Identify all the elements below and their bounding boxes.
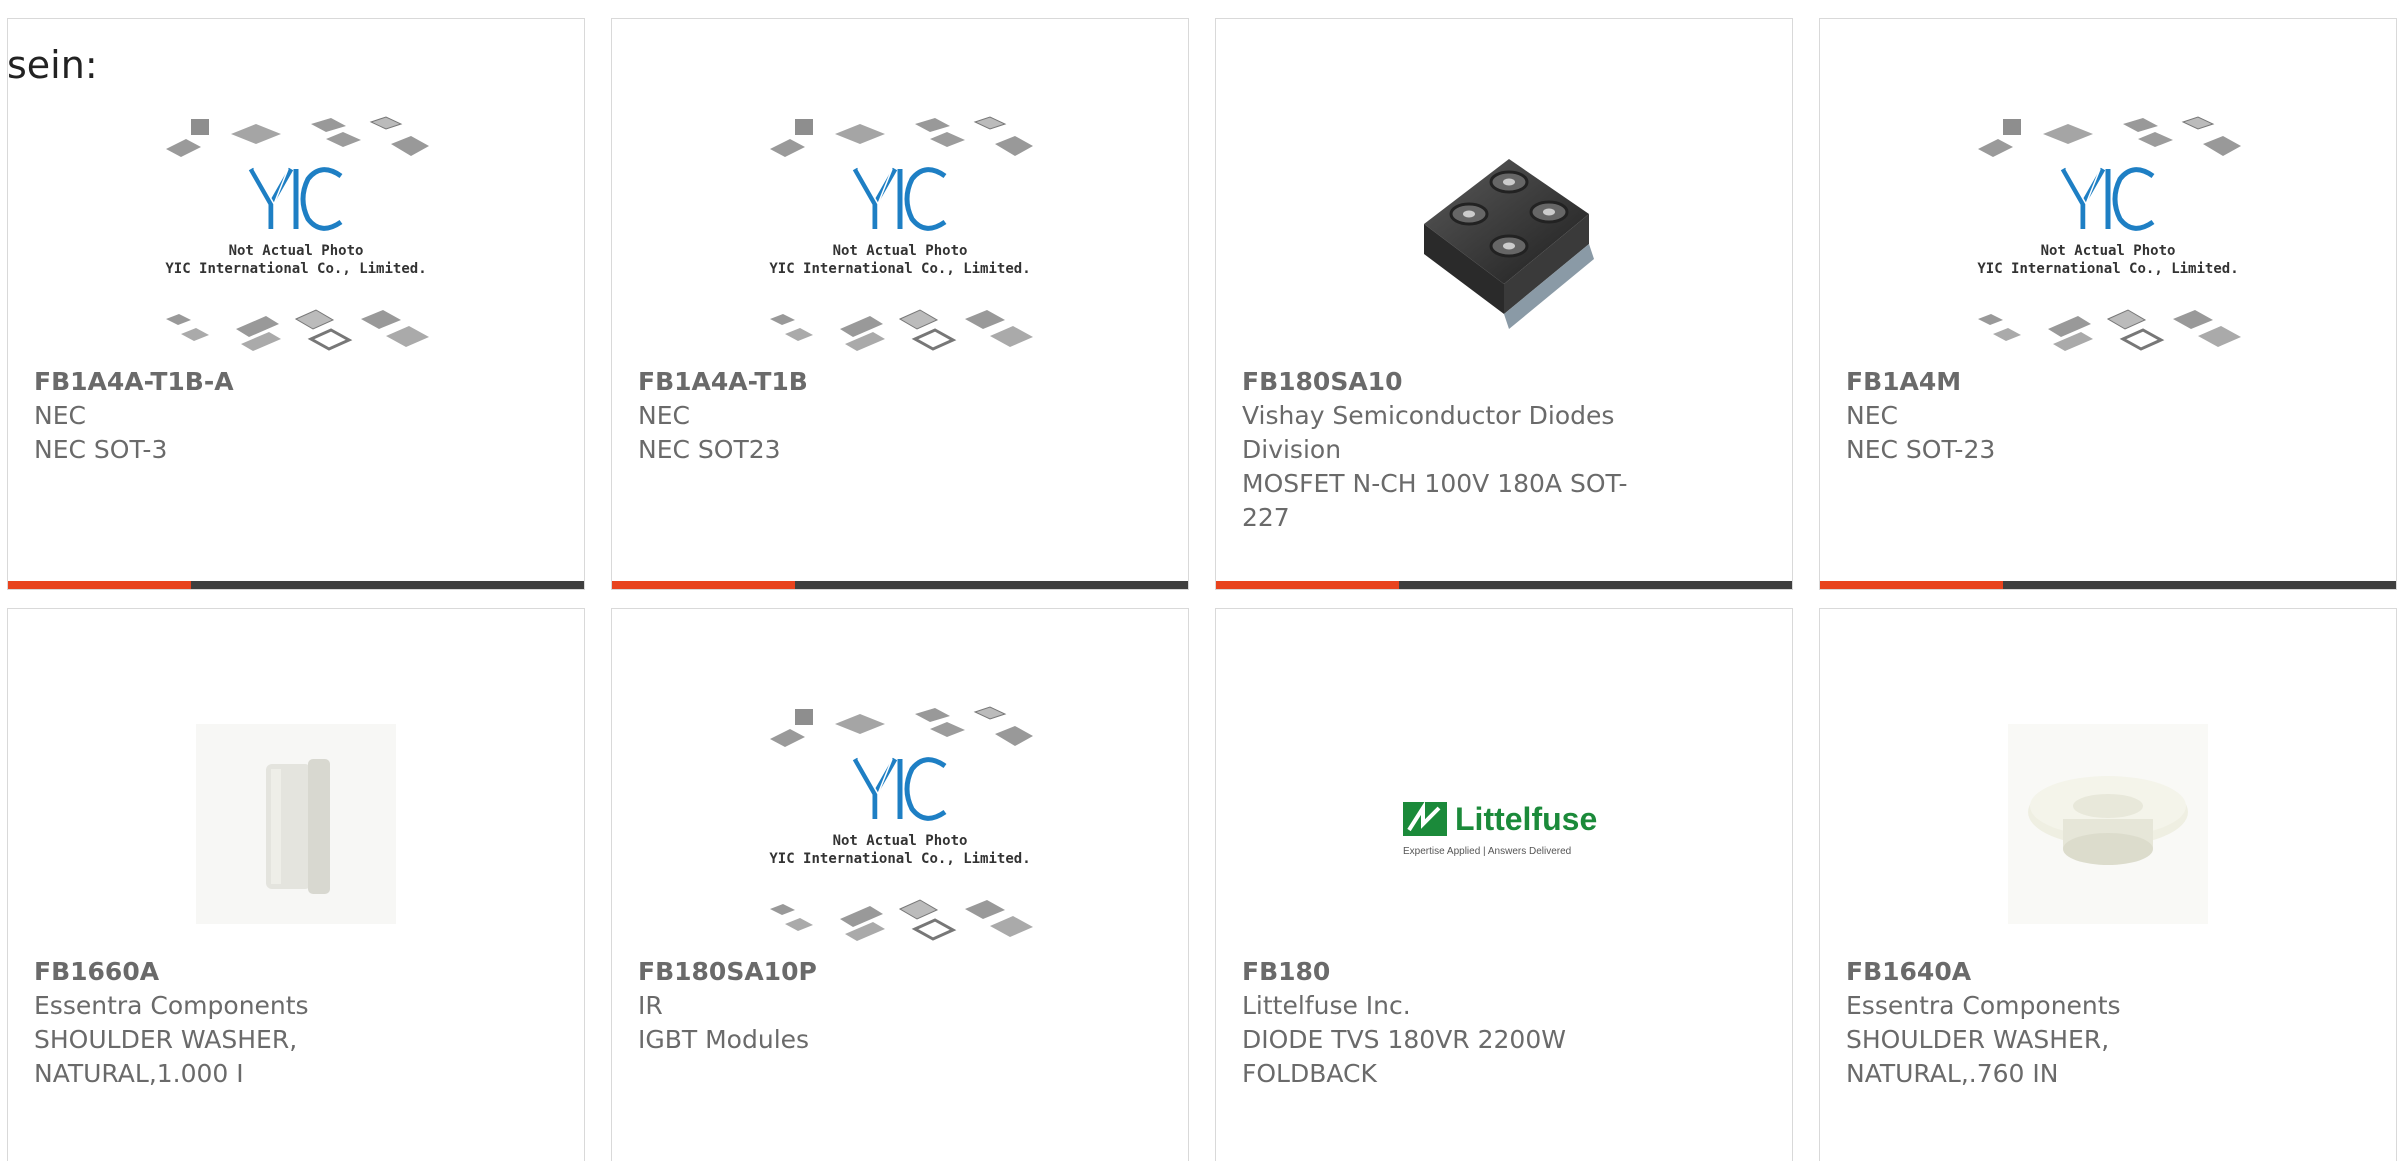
yic-placeholder-image: Not Actual Photo YIC International Co., …	[765, 704, 1035, 944]
placeholder-caption-line1: Not Actual Photo	[832, 833, 968, 849]
description: SHOULDER WASHER, NATURAL,.760 IN	[1846, 1025, 2110, 1088]
product-image[interactable]: Not Actual Photo YIC International Co., …	[612, 694, 1188, 954]
product-card[interactable]: Not Actual Photo YIC International Co., …	[7, 18, 585, 590]
chip-packages-icon	[770, 116, 1033, 157]
product-image[interactable]: Not Actual Photo YIC International Co., …	[8, 104, 584, 364]
product-card[interactable]: FB1640A Essentra Components SHOULDER WAS…	[1819, 608, 2397, 1161]
yic-placeholder-image: Not Actual Photo YIC International Co., …	[161, 114, 431, 354]
placeholder-caption-line1: Not Actual Photo	[2040, 243, 2176, 259]
placeholder-caption-line1: Not Actual Photo	[832, 243, 968, 259]
manufacturer: Vishay Semiconductor Diodes Division	[1242, 401, 1615, 464]
description: NEC SOT-3	[34, 435, 168, 464]
card-accent-highlight	[1820, 581, 2003, 589]
lead-text: sein:	[7, 43, 98, 87]
part-number-link[interactable]: FB180SA10P	[638, 955, 1048, 989]
part-number-link[interactable]: FB180SA10	[1242, 365, 1652, 399]
description: SHOULDER WASHER, NATURAL,1.000 I	[34, 1025, 298, 1088]
product-info: FB1660A Essentra Components SHOULDER WAS…	[34, 955, 444, 1091]
placeholder-caption-line2: YIC International Co., Limited.	[769, 851, 1031, 867]
yic-logo	[2060, 167, 2155, 231]
placeholder-caption: Not Actual Photo YIC International Co., …	[1973, 242, 2243, 278]
product-info: FB180SA10P IR IGBT Modules	[638, 955, 1048, 1057]
yic-placeholder-image: Not Actual Photo YIC International Co., …	[765, 114, 1035, 354]
product-card[interactable]: FB180SA10 Vishay Semiconductor Diodes Di…	[1215, 18, 1793, 590]
placeholder-caption-line2: YIC International Co., Limited.	[769, 261, 1031, 277]
chip-packages-icon	[166, 309, 429, 351]
chip-packages-icon	[770, 706, 1033, 747]
product-image[interactable]	[1216, 104, 1792, 364]
littelfuse-tagline: Expertise Applied | Answers Delivered	[1403, 846, 1571, 857]
placeholder-caption: Not Actual Photo YIC International Co., …	[765, 832, 1035, 868]
product-image[interactable]: Not Actual Photo YIC International Co., …	[612, 104, 1188, 364]
card-accent-bar	[612, 581, 1188, 589]
product-card[interactable]: Not Actual Photo YIC International Co., …	[1819, 18, 2397, 590]
chip-packages-icon	[770, 309, 1033, 351]
part-number-link[interactable]: FB1640A	[1846, 955, 2256, 989]
product-image[interactable]: Littelfuse Expertise Applied | Answers D…	[1216, 694, 1792, 954]
part-number-link[interactable]: FB1A4A-T1B-A	[34, 365, 444, 399]
placeholder-caption-line1: Not Actual Photo	[228, 243, 364, 259]
product-image[interactable]: Not Actual Photo YIC International Co., …	[1820, 104, 2396, 364]
yic-logo	[852, 757, 947, 821]
part-number-link[interactable]: FB1A4M	[1846, 365, 2256, 399]
manufacturer: IR	[638, 991, 663, 1020]
product-info: FB1640A Essentra Components SHOULDER WAS…	[1846, 955, 2256, 1091]
card-accent-highlight	[8, 581, 191, 589]
card-accent-bar	[1216, 581, 1792, 589]
placeholder-caption: Not Actual Photo YIC International Co., …	[161, 242, 431, 278]
description: MOSFET N-CH 100V 180A SOT-227	[1242, 469, 1628, 532]
part-number-link[interactable]: FB180	[1242, 955, 1652, 989]
product-grid-page: sein: Not Actual Photo YIC International…	[0, 0, 2400, 1161]
product-card[interactable]: Littelfuse Expertise Applied | Answers D…	[1215, 608, 1793, 1161]
littelfuse-logo: Littelfuse Expertise Applied | Answers D…	[1403, 801, 1597, 857]
manufacturer: NEC	[638, 401, 690, 430]
product-info: FB1A4M NEC NEC SOT-23	[1846, 365, 2256, 467]
card-accent-bar	[8, 581, 584, 589]
chip-packages-icon	[1978, 309, 2241, 351]
manufacturer: Essentra Components	[1846, 991, 2121, 1020]
product-info: FB180 Littelfuse Inc. DIODE TVS 180VR 22…	[1242, 955, 1652, 1091]
yic-logo	[852, 167, 947, 231]
product-card[interactable]: Not Actual Photo YIC International Co., …	[611, 608, 1189, 1161]
yic-logo	[248, 167, 343, 231]
manufacturer: Essentra Components	[34, 991, 309, 1020]
chip-packages-icon	[1978, 116, 2241, 157]
yic-placeholder-image: Not Actual Photo YIC International Co., …	[1973, 114, 2243, 354]
placeholder-caption-line2: YIC International Co., Limited.	[165, 261, 427, 277]
littelfuse-brand: Littelfuse	[1455, 801, 1597, 837]
card-accent-highlight	[612, 581, 795, 589]
description: DIODE TVS 180VR 2200W FOLDBACK	[1242, 1025, 1566, 1088]
part-number-link[interactable]: FB1A4A-T1B	[638, 365, 1048, 399]
manufacturer: NEC	[1846, 401, 1898, 430]
product-info: FB180SA10 Vishay Semiconductor Diodes Di…	[1242, 365, 1652, 535]
description: IGBT Modules	[638, 1025, 810, 1054]
description: NEC SOT23	[638, 435, 781, 464]
shoulder-washer-top-image	[2008, 724, 2208, 924]
shoulder-washer-side-image	[196, 724, 396, 924]
card-accent-highlight	[1216, 581, 1399, 589]
part-number-link[interactable]: FB1660A	[34, 955, 444, 989]
placeholder-caption-line2: YIC International Co., Limited.	[1977, 261, 2239, 277]
description: NEC SOT-23	[1846, 435, 1996, 464]
chip-packages-icon	[166, 116, 429, 157]
manufacturer: NEC	[34, 401, 86, 430]
manufacturer: Littelfuse Inc.	[1242, 991, 1411, 1020]
product-card[interactable]: Not Actual Photo YIC International Co., …	[611, 18, 1189, 590]
product-image[interactable]	[8, 694, 584, 954]
product-card[interactable]: FB1660A Essentra Components SHOULDER WAS…	[7, 608, 585, 1161]
card-accent-bar	[1820, 581, 2396, 589]
placeholder-caption: Not Actual Photo YIC International Co., …	[765, 242, 1035, 278]
product-info: FB1A4A-T1B-A NEC NEC SOT-3	[34, 365, 444, 467]
product-image[interactable]	[1820, 694, 2396, 954]
product-info: FB1A4A-T1B NEC NEC SOT23	[638, 365, 1048, 467]
sot227-module-image	[1424, 159, 1594, 329]
chip-packages-icon	[770, 899, 1033, 941]
